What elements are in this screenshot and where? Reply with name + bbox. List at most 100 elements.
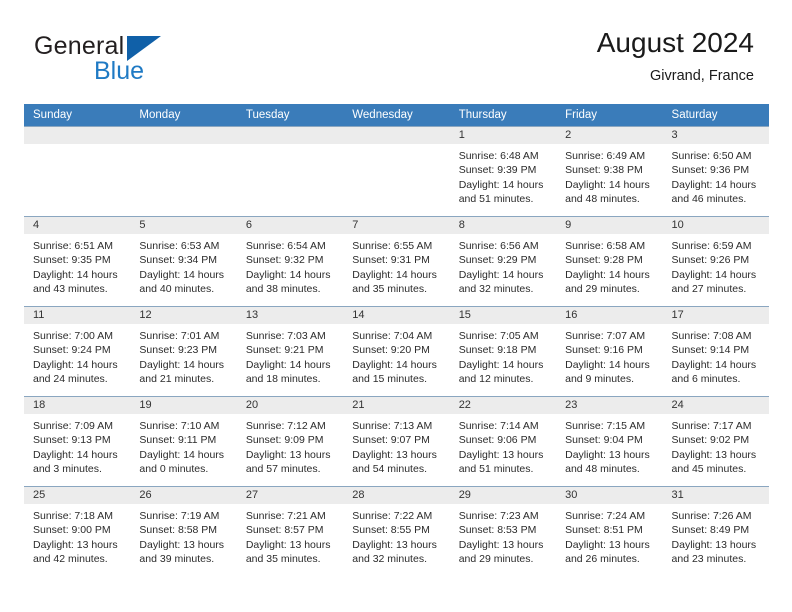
day-cell-content: 13 Sunrise: 7:03 AM Sunset: 9:21 PM Dayligh… (236, 307, 344, 396)
calendar-page: General Blue August 2024 Givrand, France… (0, 0, 792, 612)
day-sun-info: Sunrise: 7:26 AM Sunset: 8:49 PM Daylight:… (663, 504, 769, 567)
calendar-day-cell[interactable] (24, 126, 131, 217)
day-number: 30 (556, 487, 663, 504)
calendar-day-cell[interactable]: 8 Sunrise: 6:56 AM Sunset: 9:29 PM Daylight… (449, 216, 557, 307)
sunrise-text: Sunrise: 7:18 AM (33, 510, 113, 522)
day-cell-content: 19 Sunrise: 7:10 AM Sunset: 9:11 PM Dayligh… (130, 397, 237, 486)
calendar-day-cell[interactable]: 26 Sunrise: 7:19 AM Sunset: 8:58 PM Dayligh… (130, 486, 237, 576)
calendar-day-cell[interactable]: 28 Sunrise: 7:22 AM Sunset: 8:55 PM Dayligh… (343, 486, 450, 576)
calendar-week-row: 4 Sunrise: 6:51 AM Sunset: 9:35 PM Daylight… (24, 216, 769, 307)
day-cell-content: 28 Sunrise: 7:22 AM Sunset: 8:55 PM Dayligh… (343, 487, 450, 576)
calendar-day-cell[interactable]: 20 Sunrise: 7:12 AM Sunset: 9:09 PM Dayligh… (236, 396, 344, 487)
calendar-day-cell[interactable]: 27 Sunrise: 7:21 AM Sunset: 8:57 PM Dayligh… (236, 486, 344, 576)
calendar-day-cell[interactable]: 25 Sunrise: 7:18 AM Sunset: 9:00 PM Dayligh… (24, 486, 131, 576)
sunset-text: Sunset: 9:16 PM (565, 344, 643, 357)
weekday-header-saturday: Saturday (662, 104, 769, 127)
day-number: 5 (130, 217, 237, 234)
daylight-text-line2: and 35 minutes. (352, 283, 427, 296)
calendar-day-cell[interactable] (343, 126, 450, 217)
day-number: 12 (130, 307, 237, 324)
sunset-text: Sunset: 9:34 PM (139, 254, 218, 267)
sunset-text: Sunset: 9:39 PM (458, 164, 537, 177)
sunset-text: Sunset: 8:51 PM (565, 524, 643, 537)
sunrise-text: Sunrise: 6:49 AM (565, 150, 646, 162)
day-cell-content: 1 Sunrise: 6:48 AM Sunset: 9:39 PM Daylight… (449, 127, 557, 216)
calendar-day-cell[interactable]: 15 Sunrise: 7:05 AM Sunset: 9:18 PM Dayligh… (449, 306, 557, 397)
sunset-text: Sunset: 9:26 PM (671, 254, 750, 267)
daylight-text-line2: and 43 minutes. (33, 283, 108, 296)
daylight-text-line2: and 18 minutes. (245, 373, 321, 386)
day-sun-info: Sunrise: 7:13 AM Sunset: 9:07 PM Daylight:… (343, 414, 449, 477)
calendar-day-cell[interactable]: 31 Sunrise: 7:26 AM Sunset: 8:49 PM Dayligh… (662, 486, 769, 576)
day-number: 27 (236, 487, 344, 504)
calendar-day-cell[interactable]: 10 Sunrise: 6:59 AM Sunset: 9:26 PM Dayligh… (662, 216, 769, 307)
daylight-text-line1: Daylight: 13 hours (671, 538, 757, 551)
sunset-text: Sunset: 9:13 PM (33, 434, 111, 447)
calendar-day-cell[interactable]: 18 Sunrise: 7:09 AM Sunset: 9:13 PM Dayligh… (24, 396, 131, 487)
day-sun-info: Sunrise: 6:53 AM Sunset: 9:34 PM Daylight:… (130, 234, 236, 297)
day-number: 10 (662, 217, 769, 234)
calendar-day-cell[interactable]: 14 Sunrise: 7:04 AM Sunset: 9:20 PM Dayligh… (343, 306, 450, 397)
day-sun-info: Sunrise: 6:58 AM Sunset: 9:28 PM Daylight:… (556, 234, 662, 297)
calendar-day-cell[interactable] (236, 126, 344, 217)
sunset-text: Sunset: 9:31 PM (352, 254, 430, 267)
day-number: 7 (343, 217, 450, 234)
calendar-day-cell[interactable]: 24 Sunrise: 7:17 AM Sunset: 9:02 PM Dayligh… (662, 396, 769, 487)
day-number: 19 (130, 397, 237, 414)
day-sun-info: Sunrise: 7:01 AM Sunset: 9:23 PM Daylight:… (130, 324, 236, 387)
day-number: 23 (556, 397, 663, 414)
sunset-text: Sunset: 9:24 PM (33, 344, 111, 357)
daylight-text-line1: Daylight: 14 hours (671, 178, 757, 191)
calendar-day-cell[interactable]: 17 Sunrise: 7:08 AM Sunset: 9:14 PM Dayligh… (662, 306, 769, 397)
sunset-text: Sunset: 9:06 PM (458, 434, 537, 447)
calendar-day-cell[interactable]: 29 Sunrise: 7:23 AM Sunset: 8:53 PM Dayligh… (449, 486, 557, 576)
sunrise-text: Sunrise: 7:09 AM (33, 420, 113, 432)
day-sun-info: Sunrise: 6:55 AM Sunset: 9:31 PM Daylight:… (343, 234, 449, 297)
calendar-day-cell[interactable]: 2 Sunrise: 6:49 AM Sunset: 9:38 PM Daylight… (556, 126, 663, 217)
day-cell-content: 27 Sunrise: 7:21 AM Sunset: 8:57 PM Dayligh… (236, 487, 344, 576)
sunset-text: Sunset: 9:28 PM (565, 254, 643, 267)
day-cell-content: 11 Sunrise: 7:00 AM Sunset: 9:24 PM Dayligh… (24, 307, 131, 396)
sunset-text: Sunset: 9:32 PM (245, 254, 324, 267)
day-sun-info: Sunrise: 7:17 AM Sunset: 9:02 PM Daylight:… (663, 414, 769, 477)
sunset-text: Sunset: 9:38 PM (565, 164, 643, 177)
daylight-text-line1: Daylight: 14 hours (458, 178, 544, 191)
calendar-day-cell[interactable]: 16 Sunrise: 7:07 AM Sunset: 9:16 PM Dayligh… (556, 306, 663, 397)
sunrise-text: Sunrise: 7:21 AM (245, 510, 326, 522)
daylight-text-line2: and 24 minutes. (33, 373, 108, 386)
daylight-text-line1: Daylight: 14 hours (33, 268, 118, 281)
sunrise-text: Sunrise: 7:10 AM (139, 420, 220, 432)
calendar-day-cell[interactable] (130, 126, 237, 217)
day-cell-content: 8 Sunrise: 6:56 AM Sunset: 9:29 PM Daylight… (449, 217, 557, 306)
calendar-day-cell[interactable]: 3 Sunrise: 6:50 AM Sunset: 9:36 PM Daylight… (662, 126, 769, 217)
daylight-text-line1: Daylight: 13 hours (352, 538, 437, 551)
calendar-day-cell[interactable]: 9 Sunrise: 6:58 AM Sunset: 9:28 PM Daylight… (556, 216, 663, 307)
sunrise-text: Sunrise: 7:19 AM (139, 510, 220, 522)
calendar-day-cell[interactable]: 7 Sunrise: 6:55 AM Sunset: 9:31 PM Daylight… (343, 216, 450, 307)
calendar-day-cell[interactable]: 1 Sunrise: 6:48 AM Sunset: 9:39 PM Daylight… (449, 126, 557, 217)
daylight-text-line2: and 45 minutes. (671, 463, 747, 476)
daylight-text-line2: and 29 minutes. (565, 283, 640, 296)
calendar-day-cell[interactable]: 22 Sunrise: 7:14 AM Sunset: 9:06 PM Dayligh… (449, 396, 557, 487)
day-sun-info: Sunrise: 7:19 AM Sunset: 8:58 PM Daylight:… (130, 504, 236, 567)
calendar-day-cell[interactable]: 4 Sunrise: 6:51 AM Sunset: 9:35 PM Daylight… (24, 216, 131, 307)
sunrise-text: Sunrise: 7:01 AM (139, 330, 220, 342)
day-cell-content: 26 Sunrise: 7:19 AM Sunset: 8:58 PM Dayligh… (130, 487, 237, 576)
sunset-text: Sunset: 9:35 PM (33, 254, 111, 267)
calendar-day-cell[interactable]: 13 Sunrise: 7:03 AM Sunset: 9:21 PM Dayligh… (236, 306, 344, 397)
calendar-day-cell[interactable]: 6 Sunrise: 6:54 AM Sunset: 9:32 PM Daylight… (236, 216, 344, 307)
calendar-day-cell[interactable]: 5 Sunrise: 6:53 AM Sunset: 9:34 PM Daylight… (130, 216, 237, 307)
daylight-text-line2: and 0 minutes. (139, 463, 209, 476)
day-cell-content: 20 Sunrise: 7:12 AM Sunset: 9:09 PM Dayligh… (236, 397, 344, 486)
calendar-day-cell[interactable]: 12 Sunrise: 7:01 AM Sunset: 9:23 PM Dayligh… (130, 306, 237, 397)
calendar-day-cell[interactable]: 30 Sunrise: 7:24 AM Sunset: 8:51 PM Dayligh… (556, 486, 663, 576)
daylight-text-line2: and 21 minutes. (139, 373, 215, 386)
calendar-day-cell[interactable]: 11 Sunrise: 7:00 AM Sunset: 9:24 PM Dayligh… (24, 306, 131, 397)
calendar-day-cell[interactable]: 21 Sunrise: 7:13 AM Sunset: 9:07 PM Dayligh… (343, 396, 450, 487)
daylight-text-line1: Daylight: 13 hours (352, 448, 437, 461)
calendar-day-cell[interactable]: 23 Sunrise: 7:15 AM Sunset: 9:04 PM Dayligh… (556, 396, 663, 487)
daylight-text-line2: and 3 minutes. (33, 463, 102, 476)
sunrise-text: Sunrise: 7:24 AM (565, 510, 646, 522)
sunrise-text: Sunrise: 6:54 AM (245, 240, 326, 252)
calendar-day-cell[interactable]: 19 Sunrise: 7:10 AM Sunset: 9:11 PM Dayligh… (130, 396, 237, 487)
